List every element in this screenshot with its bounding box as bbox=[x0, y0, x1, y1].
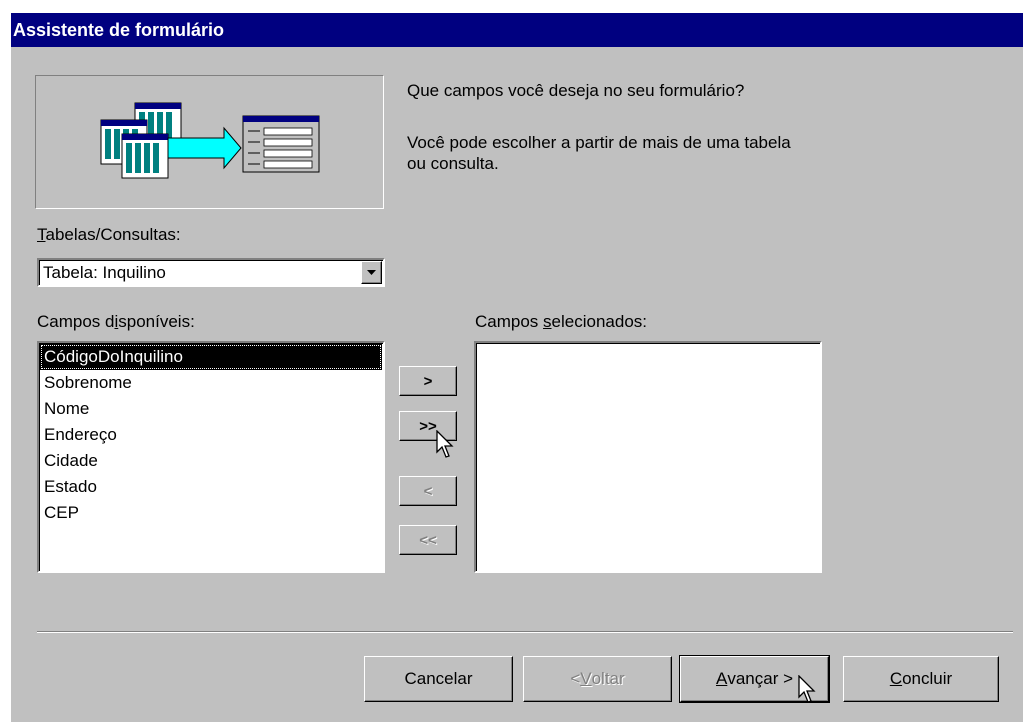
available-fields-label: Campos disponíveis: bbox=[37, 312, 195, 331]
available-field-item[interactable]: Nome bbox=[40, 396, 382, 422]
combo-dropdown-button[interactable] bbox=[361, 261, 382, 284]
remove-field-button[interactable]: < bbox=[399, 476, 457, 506]
tables-queries-combo[interactable]: Tabela: Inquilino bbox=[37, 258, 385, 287]
title-bar: Assistente de formulário bbox=[11, 13, 1023, 47]
available-field-item[interactable]: Sobrenome bbox=[40, 370, 382, 396]
hint-line-2: ou consulta. bbox=[407, 154, 499, 173]
available-field-item[interactable]: Endereço bbox=[40, 422, 382, 448]
combo-arrow-icon bbox=[367, 270, 376, 275]
hint-line-1: Você pode escolher a partir de mais de u… bbox=[407, 133, 791, 152]
available-fields-list[interactable]: CódigoDoInquilino Sobrenome Nome Endereço Ci… bbox=[37, 341, 385, 573]
cancel-button[interactable]: Cancelar bbox=[364, 656, 513, 702]
wizard-illustration bbox=[35, 75, 384, 209]
back-button[interactable]: < Voltar bbox=[523, 656, 672, 702]
finish-button[interactable]: Concluir bbox=[843, 656, 999, 702]
tables-to-form-illustration bbox=[100, 102, 320, 179]
footer-separator bbox=[37, 631, 1013, 633]
add-field-button[interactable]: > bbox=[399, 366, 457, 396]
tables-queries-value: Tabela: Inquilino bbox=[43, 263, 166, 282]
available-field-item[interactable]: Cidade bbox=[40, 448, 382, 474]
selected-fields-list[interactable] bbox=[474, 341, 822, 573]
available-field-item[interactable]: Estado bbox=[40, 474, 382, 500]
remove-all-fields-button[interactable]: << bbox=[399, 525, 457, 555]
tables-queries-label: Tabelas/Consultas: bbox=[37, 225, 181, 244]
mouse-cursor-icon bbox=[798, 675, 816, 703]
form-wizard-dialog: Assistente de formulário Que campos você… bbox=[11, 13, 1023, 722]
selected-fields-label: Campos selecionados: bbox=[475, 312, 647, 331]
window-title: Assistente de formulário bbox=[13, 20, 225, 40]
available-field-item[interactable]: CEP bbox=[40, 500, 382, 526]
question-text: Que campos você deseja no seu formulário… bbox=[407, 81, 745, 100]
mouse-cursor-icon bbox=[436, 430, 454, 458]
available-field-item[interactable]: CódigoDoInquilino bbox=[40, 344, 382, 370]
